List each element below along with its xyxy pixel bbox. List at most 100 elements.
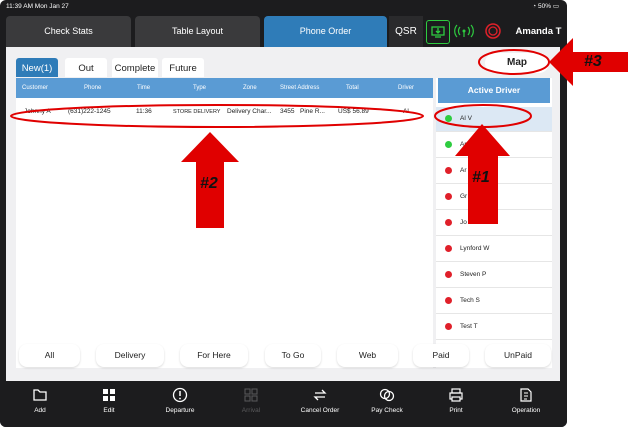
driver-status-dot: [445, 141, 452, 148]
annotation-3: #3: [584, 53, 602, 70]
active-driver-panel: Active Driver Al V Am...T Ar Gr Jo Lynford W S…: [436, 78, 552, 368]
status-indicators: ◔ 50% ▭: [532, 0, 559, 13]
filter-for-here[interactable]: For Here: [180, 344, 248, 367]
col-time: Time: [137, 85, 151, 91]
coins-icon: [379, 388, 395, 402]
cell-driver: Al: [403, 108, 409, 115]
cell-time: 11:36: [136, 108, 152, 115]
driver-status-dot: [445, 219, 452, 226]
cell-phone: (631)222-1245: [68, 108, 111, 115]
arrival-grid-icon: [244, 388, 258, 402]
power-icon[interactable]: [482, 20, 504, 42]
driver-item[interactable]: Tech S: [436, 289, 552, 314]
annotation-2: #2: [200, 175, 218, 192]
cell-total: US$ 56.89: [338, 108, 369, 115]
driver-status-dot: [445, 245, 452, 252]
cell-customer: Johnny A: [24, 108, 51, 115]
table-row[interactable]: Johnny A (631)222-1245 11:36 STORE DELIV…: [16, 103, 433, 121]
cell-type: STORE DELIVERY: [173, 109, 221, 115]
tab-check-stats[interactable]: Check Stats: [6, 16, 131, 47]
tab-table-layout[interactable]: Table Layout: [135, 16, 260, 47]
driver-name: Jo: [460, 219, 467, 226]
cancel-order-label: Cancel Order: [300, 407, 340, 414]
driver-item[interactable]: Gr: [436, 185, 552, 210]
operation-button[interactable]: Operation: [496, 387, 556, 414]
user-name[interactable]: Amanda T: [510, 16, 567, 47]
driver-item[interactable]: Lynford W: [436, 237, 552, 262]
bottom-action-bar: Add Edit Departure Arrival Cancel Order …: [0, 381, 567, 427]
col-zone: Zone: [243, 85, 257, 91]
filter-to-go[interactable]: To Go: [265, 344, 321, 367]
wifi-icon: ◔: [532, 3, 537, 10]
edit-grid-icon: [103, 389, 115, 401]
driver-item[interactable]: Ar: [436, 159, 552, 184]
operation-icon: [520, 388, 532, 402]
col-total: Total: [346, 85, 359, 91]
driver-name: Steven P: [460, 271, 487, 278]
cell-street-name: Pine R...: [300, 108, 325, 115]
download-icon[interactable]: [426, 20, 450, 44]
filter-all[interactable]: All: [19, 344, 80, 367]
annotation-1: #1: [472, 169, 490, 186]
driver-name: Gr: [460, 193, 468, 200]
driver-status-dot: [445, 167, 452, 174]
cell-street-number: 3455: [280, 108, 295, 115]
filter-unpaid[interactable]: UnPaid: [485, 344, 551, 367]
cell-zone: Delivery Char...: [227, 108, 272, 115]
print-button[interactable]: Print: [426, 387, 486, 414]
add-button[interactable]: Add: [10, 387, 70, 414]
filter-paid[interactable]: Paid: [413, 344, 469, 367]
col-driver: Driver: [398, 85, 414, 91]
print-label: Print: [449, 407, 463, 414]
battery-icon: ▭: [552, 3, 559, 10]
filter-delivery[interactable]: Delivery: [96, 344, 164, 367]
driver-status-dot: [445, 271, 452, 278]
col-street-address: Street Address: [280, 85, 320, 91]
broadcast-icon[interactable]: [453, 20, 475, 42]
filter-web[interactable]: Web: [337, 344, 398, 367]
battery-text: 50%: [538, 3, 552, 10]
status-bar: 11:39 AM Mon Jan 27 ◔ 50% ▭: [0, 0, 567, 13]
driver-name: Am...T: [460, 141, 480, 148]
map-button[interactable]: Map: [485, 53, 549, 73]
edit-button[interactable]: Edit: [79, 387, 139, 414]
departure-button[interactable]: Departure: [150, 387, 210, 414]
driver-item[interactable]: Jo: [436, 211, 552, 236]
arrival-label: Arrival: [241, 407, 261, 414]
edit-label: Edit: [103, 407, 115, 414]
driver-status-dot: [445, 115, 452, 122]
driver-name: Test T: [460, 323, 478, 330]
add-label: Add: [34, 407, 46, 414]
folder-icon: [33, 389, 47, 401]
driver-item[interactable]: Am...T: [436, 133, 552, 158]
cancel-order-button[interactable]: Cancel Order: [290, 387, 350, 414]
driver-item[interactable]: Test T: [436, 315, 552, 340]
tab-out[interactable]: Out: [65, 58, 107, 77]
driver-status-dot: [445, 193, 452, 200]
qsr-button[interactable]: QSR: [389, 16, 423, 47]
tab-complete[interactable]: Complete: [112, 58, 158, 77]
tablet-screen: 11:39 AM Mon Jan 27 ◔ 50% ▭ Check Stats …: [0, 0, 567, 427]
pay-check-button[interactable]: Pay Check: [357, 387, 417, 414]
col-customer: Customer: [22, 85, 49, 91]
printer-icon: [449, 388, 463, 402]
pay-check-label: Pay Check: [371, 407, 403, 414]
driver-name: Lynford W: [460, 245, 490, 252]
tab-future[interactable]: Future: [162, 58, 204, 77]
col-phone: Phone: [84, 85, 102, 91]
driver-name: Tech S: [460, 297, 480, 304]
driver-item[interactable]: Al V: [436, 107, 552, 132]
table-header: Customer Phone Time Type Zone Street Add…: [16, 78, 433, 98]
driver-item[interactable]: Steven P: [436, 263, 552, 288]
status-time: 11:39 AM Mon Jan 27: [6, 3, 69, 10]
arrival-button[interactable]: Arrival: [221, 387, 281, 414]
departure-label: Departure: [165, 407, 195, 414]
phone-order-panel: New(1) Out Complete Future Map Customer …: [6, 47, 560, 381]
driver-name: Al V: [460, 115, 472, 122]
tab-phone-order[interactable]: Phone Order: [264, 16, 387, 47]
tab-new[interactable]: New(1): [16, 58, 58, 77]
orders-table: Customer Phone Time Type Zone Street Add…: [16, 78, 433, 368]
driver-status-dot: [445, 297, 452, 304]
col-type: Type: [193, 85, 207, 91]
swap-icon: [313, 389, 327, 401]
